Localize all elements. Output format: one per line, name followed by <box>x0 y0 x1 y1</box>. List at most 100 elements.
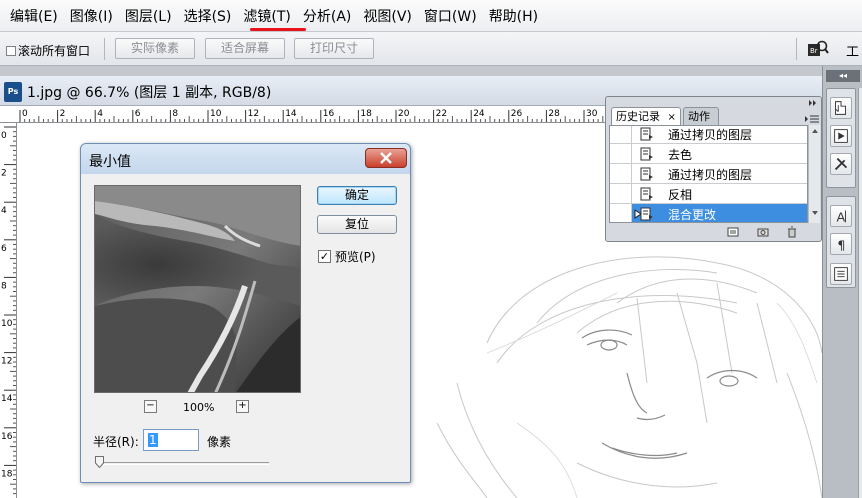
close-button[interactable] <box>365 148 407 168</box>
scrollbar-arrows <box>812 129 818 215</box>
ruler-label: 30 <box>586 109 598 119</box>
tools-preset-icon[interactable] <box>830 153 852 175</box>
ruler-label: 12 <box>1 357 12 367</box>
menu-item[interactable]: 滤镜(T) <box>237 0 296 32</box>
trash-icon[interactable] <box>786 226 798 238</box>
scroll-all-windows-checkbox[interactable]: 滚动所有窗口 <box>6 42 90 59</box>
radius-slider-track[interactable] <box>99 462 269 465</box>
zoom-level: 100% <box>183 401 215 414</box>
history-panel-icon[interactable] <box>830 97 852 119</box>
history-brush-source-cell[interactable] <box>610 184 632 203</box>
checkbox-box[interactable] <box>6 45 16 56</box>
create-document-from-state-icon[interactable] <box>727 226 739 238</box>
history-state-label: 反相 <box>668 188 693 202</box>
minimum-filter-dialog: 最小值 − 100% + 确定 复位 ✓ 预览(P) 半径(R): 1 像素 <box>80 143 411 483</box>
menu-item[interactable]: 帮助(H) <box>483 0 544 32</box>
collapse-panel-icon[interactable] <box>808 99 818 107</box>
ruler-label: 4 <box>97 109 103 119</box>
radius-input[interactable]: 1 <box>143 429 199 451</box>
svg-text:A: A <box>836 209 845 224</box>
actions-panel-icon[interactable] <box>830 125 852 147</box>
tab-actions-label: 动作 <box>688 110 710 123</box>
notes-panel-icon[interactable] <box>830 263 852 285</box>
radius-slider-thumb[interactable] <box>95 456 104 468</box>
menu-item[interactable]: 选择(S) <box>178 0 238 32</box>
ruler-label: 6 <box>1 244 7 254</box>
document-title: 1.jpg @ 66.7% (图层 1 副本, RGB/8) <box>27 85 272 101</box>
workspace-label[interactable]: 工 <box>846 41 859 60</box>
fit-screen-button[interactable]: 适合屏幕 <box>205 38 285 59</box>
history-brush-source-cell[interactable] <box>610 144 632 163</box>
separator <box>104 38 105 60</box>
ok-button[interactable]: 确定 <box>317 186 397 205</box>
zoom-out-button[interactable]: − <box>144 400 157 413</box>
history-state[interactable]: 通过拷贝的图层 <box>610 164 807 184</box>
options-bar: 滚动所有窗口 实际像素 适合屏幕 打印尺寸 Br 工 <box>0 32 862 66</box>
dock-group-type: A ¶ <box>826 196 856 288</box>
menu-item[interactable]: 视图(V) <box>357 0 418 32</box>
right-dock: ◂◂ A ¶ <box>822 66 862 498</box>
close-icon[interactable]: × <box>668 112 676 123</box>
menu-item[interactable]: 图像(I) <box>64 0 119 32</box>
ruler-label: 8 <box>172 109 178 119</box>
dialog-title: 最小值 <box>89 154 131 170</box>
history-scrollbar[interactable] <box>808 125 820 223</box>
panel-menu-icon[interactable] <box>804 114 820 124</box>
photoshop-file-icon: Ps <box>4 82 22 102</box>
tab-history-label: 历史记录 <box>616 110 660 123</box>
menu-filter-underline-annotation <box>250 28 306 31</box>
menu-bar: 编辑(E) 图像(I) 图层(L) 选择(S) 滤镜(T) 分析(A) 视图(V) 窗口(W)… <box>0 0 862 32</box>
actual-pixels-button[interactable]: 实际像素 <box>115 38 195 59</box>
reset-button[interactable]: 复位 <box>317 215 397 234</box>
ruler-label: 2 <box>60 109 66 119</box>
paragraph-panel-icon[interactable]: ¶ <box>830 233 852 255</box>
scroll-all-windows-label: 滚动所有窗口 <box>18 44 91 58</box>
history-brush-source-cell[interactable] <box>610 126 632 143</box>
history-state[interactable]: 通过拷贝的图层 <box>610 126 807 144</box>
dock-collapse-bar[interactable]: ◂◂ <box>826 70 860 82</box>
photoshop-window: 编辑(E) 图像(I) 图层(L) 选择(S) 滤镜(T) 分析(A) 视图(V) 窗口(W)… <box>0 0 862 498</box>
vertical-ruler[interactable]: 0 2 4 6 8 10 12 14 16 18 <box>0 123 17 498</box>
history-state-label: 混合更改 <box>668 208 717 222</box>
zoom-in-button[interactable]: + <box>236 400 249 413</box>
history-brush-source-cell[interactable] <box>610 164 632 183</box>
ruler-label: 0 <box>22 109 28 119</box>
menu-item[interactable]: 编辑(E) <box>0 0 64 32</box>
checkbox-box[interactable]: ✓ <box>318 250 331 263</box>
filter-preview[interactable] <box>94 185 301 393</box>
history-state[interactable]: 反相 <box>610 184 807 204</box>
svg-text:¶: ¶ <box>837 237 845 252</box>
ruler-label: 18 <box>1 469 13 479</box>
ruler-label: 6 <box>135 109 141 119</box>
character-panel-icon[interactable]: A <box>830 205 852 227</box>
ruler-label: 16 <box>323 109 335 119</box>
ruler-label: 14 <box>285 109 297 119</box>
history-brush-source-cell[interactable] <box>610 204 632 222</box>
ruler-label: 26 <box>511 109 523 119</box>
radius-value: 1 <box>148 433 158 447</box>
history-state[interactable]: 去色 <box>610 144 807 164</box>
history-step-icon <box>640 207 653 221</box>
radius-label: 半径(R): <box>93 435 139 449</box>
print-size-button[interactable]: 打印尺寸 <box>294 38 374 59</box>
ruler-label: 20 <box>398 109 410 119</box>
menu-item[interactable]: 窗口(W) <box>418 0 483 32</box>
tab-history[interactable]: 历史记录 × <box>611 107 681 125</box>
preview-checkbox[interactable]: ✓ 预览(P) <box>318 248 376 265</box>
ruler-label: 10 <box>210 109 222 119</box>
history-step-icon <box>640 147 653 161</box>
history-step-icon <box>640 127 653 141</box>
ruler-label: 4 <box>1 206 7 216</box>
dialog-body: − 100% + 确定 复位 ✓ 预览(P) 半径(R): 1 像素 <box>87 174 404 477</box>
tab-actions[interactable]: 动作 <box>683 107 719 125</box>
bridge-icon[interactable]: Br <box>807 39 829 59</box>
dock-edge <box>858 88 862 498</box>
history-state[interactable]: 混合更改 <box>610 204 807 222</box>
camera-icon[interactable] <box>757 226 769 238</box>
svg-text:Br: Br <box>810 47 818 55</box>
menu-item[interactable]: 分析(A) <box>297 0 358 32</box>
preview-image <box>95 186 300 392</box>
history-step-icon <box>640 187 653 201</box>
menu-item[interactable]: 图层(L) <box>119 0 178 32</box>
dialog-titlebar[interactable]: 最小值 <box>81 144 410 174</box>
